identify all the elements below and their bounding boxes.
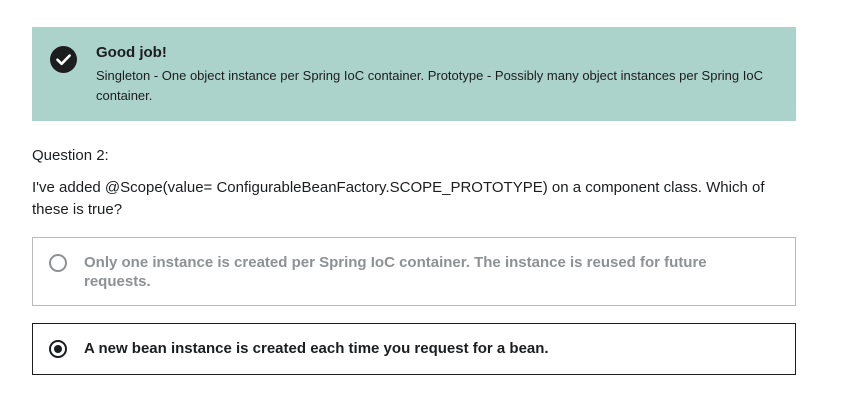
question-label: Question 2: [32, 147, 109, 164]
answer-option-label: Only one instance is created per Spring … [84, 254, 707, 290]
radio-unselected-icon[interactable] [49, 254, 67, 272]
feedback-title: Good job! [96, 44, 167, 61]
answer-option-label: A new bean instance is created each time… [84, 340, 549, 357]
radio-selected-icon[interactable] [49, 340, 67, 358]
question-text: I've added @Scope(value= ConfigurableBea… [32, 179, 765, 218]
feedback-message: Singleton - One object instance per Spri… [96, 68, 763, 103]
check-circle-icon [50, 46, 77, 73]
feedback-banner: Good job! Singleton - One object instanc… [32, 27, 796, 121]
answer-option-1[interactable]: Only one instance is created per Spring … [32, 237, 796, 306]
answer-option-2[interactable]: A new bean instance is created each time… [32, 323, 796, 375]
